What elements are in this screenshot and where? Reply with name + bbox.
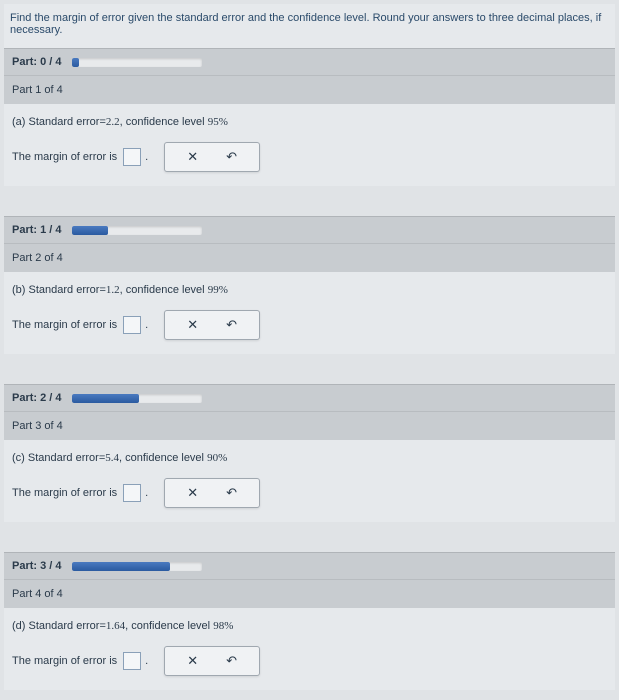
progress-row-3: Part: 3 / 4: [4, 552, 615, 579]
answer-input[interactable]: [123, 652, 141, 670]
action-panel: ✕ ↶: [164, 142, 260, 172]
answer-line: The margin of error is . ✕ ↶: [12, 478, 607, 508]
question-line: (a) Standard error=2.2, confidence level…: [12, 116, 607, 128]
progress-row-0: Part: 0 / 4: [4, 48, 615, 75]
part-title-3: Part 3 of 4: [4, 411, 615, 440]
progress-label: Part: 1 / 4: [12, 224, 62, 236]
progress-track: [72, 226, 202, 235]
q-prefix: (d) Standard error: [12, 620, 99, 632]
question-body-4: (d) Standard error=1.64, confidence leve…: [4, 608, 615, 690]
progress-row-2: Part: 2 / 4: [4, 384, 615, 411]
reset-icon[interactable]: ↶: [226, 149, 237, 165]
clear-icon[interactable]: ✕: [187, 317, 198, 333]
se-value: 5.4: [105, 452, 119, 464]
question-body-1: (a) Standard error=2.2, confidence level…: [4, 104, 615, 186]
se-value: 2.2: [106, 116, 120, 128]
conf-text: , confidence level: [120, 116, 205, 128]
progress-fill: [72, 226, 108, 235]
question-body-2: (b) Standard error=1.2, confidence level…: [4, 272, 615, 354]
answer-label: The margin of error is: [12, 487, 117, 499]
answer-label: The margin of error is: [12, 151, 117, 163]
question-line: (c) Standard error=5.4, confidence level…: [12, 452, 607, 464]
se-value: 1.64: [106, 620, 125, 632]
spacer: [4, 522, 615, 552]
answer-line: The margin of error is . ✕ ↶: [12, 646, 607, 676]
answer-input[interactable]: [123, 316, 141, 334]
progress-fill: [72, 394, 140, 403]
question-body-3: (c) Standard error=5.4, confidence level…: [4, 440, 615, 522]
conf-value: 95%: [208, 116, 228, 128]
answer-line: The margin of error is . ✕ ↶: [12, 142, 607, 172]
part-title-4: Part 4 of 4: [4, 579, 615, 608]
part-title-1: Part 1 of 4: [4, 75, 615, 104]
clear-icon[interactable]: ✕: [187, 149, 198, 165]
action-panel: ✕ ↶: [164, 478, 260, 508]
reset-icon[interactable]: ↶: [226, 485, 237, 501]
conf-value: 99%: [208, 284, 228, 296]
conf-value: 98%: [213, 620, 233, 632]
question-line: (d) Standard error=1.64, confidence leve…: [12, 620, 607, 632]
spacer: [4, 186, 615, 216]
q-prefix: (a) Standard error: [12, 116, 99, 128]
progress-fill: [72, 562, 171, 571]
progress-label: Part: 3 / 4: [12, 560, 62, 572]
period: .: [145, 151, 148, 163]
progress-track: [72, 394, 202, 403]
answer-input[interactable]: [123, 484, 141, 502]
conf-text: , confidence level: [119, 452, 204, 464]
answer-label: The margin of error is: [12, 319, 117, 331]
action-panel: ✕ ↶: [164, 310, 260, 340]
progress-label: Part: 2 / 4: [12, 392, 62, 404]
se-value: 1.2: [106, 284, 120, 296]
reset-icon[interactable]: ↶: [226, 653, 237, 669]
part-title-2: Part 2 of 4: [4, 243, 615, 272]
period: .: [145, 319, 148, 331]
progress-row-1: Part: 1 / 4: [4, 216, 615, 243]
answer-input[interactable]: [123, 148, 141, 166]
progress-label: Part: 0 / 4: [12, 56, 62, 68]
clear-icon[interactable]: ✕: [187, 485, 198, 501]
q-prefix: (c) Standard error: [12, 452, 99, 464]
q-prefix: (b) Standard error: [12, 284, 99, 296]
clear-icon[interactable]: ✕: [187, 653, 198, 669]
conf-text: , confidence level: [125, 620, 210, 632]
action-panel: ✕ ↶: [164, 646, 260, 676]
instruction-text: Find the margin of error given the stand…: [10, 12, 601, 36]
instruction-header: Find the margin of error given the stand…: [4, 4, 615, 48]
reset-icon[interactable]: ↶: [226, 317, 237, 333]
spacer: [4, 354, 615, 384]
period: .: [145, 487, 148, 499]
answer-line: The margin of error is . ✕ ↶: [12, 310, 607, 340]
conf-text: , confidence level: [120, 284, 205, 296]
period: .: [145, 655, 148, 667]
question-line: (b) Standard error=1.2, confidence level…: [12, 284, 607, 296]
answer-label: The margin of error is: [12, 655, 117, 667]
progress-track: [72, 58, 202, 67]
progress-track: [72, 562, 202, 571]
progress-fill: [72, 58, 80, 67]
conf-value: 90%: [207, 452, 227, 464]
